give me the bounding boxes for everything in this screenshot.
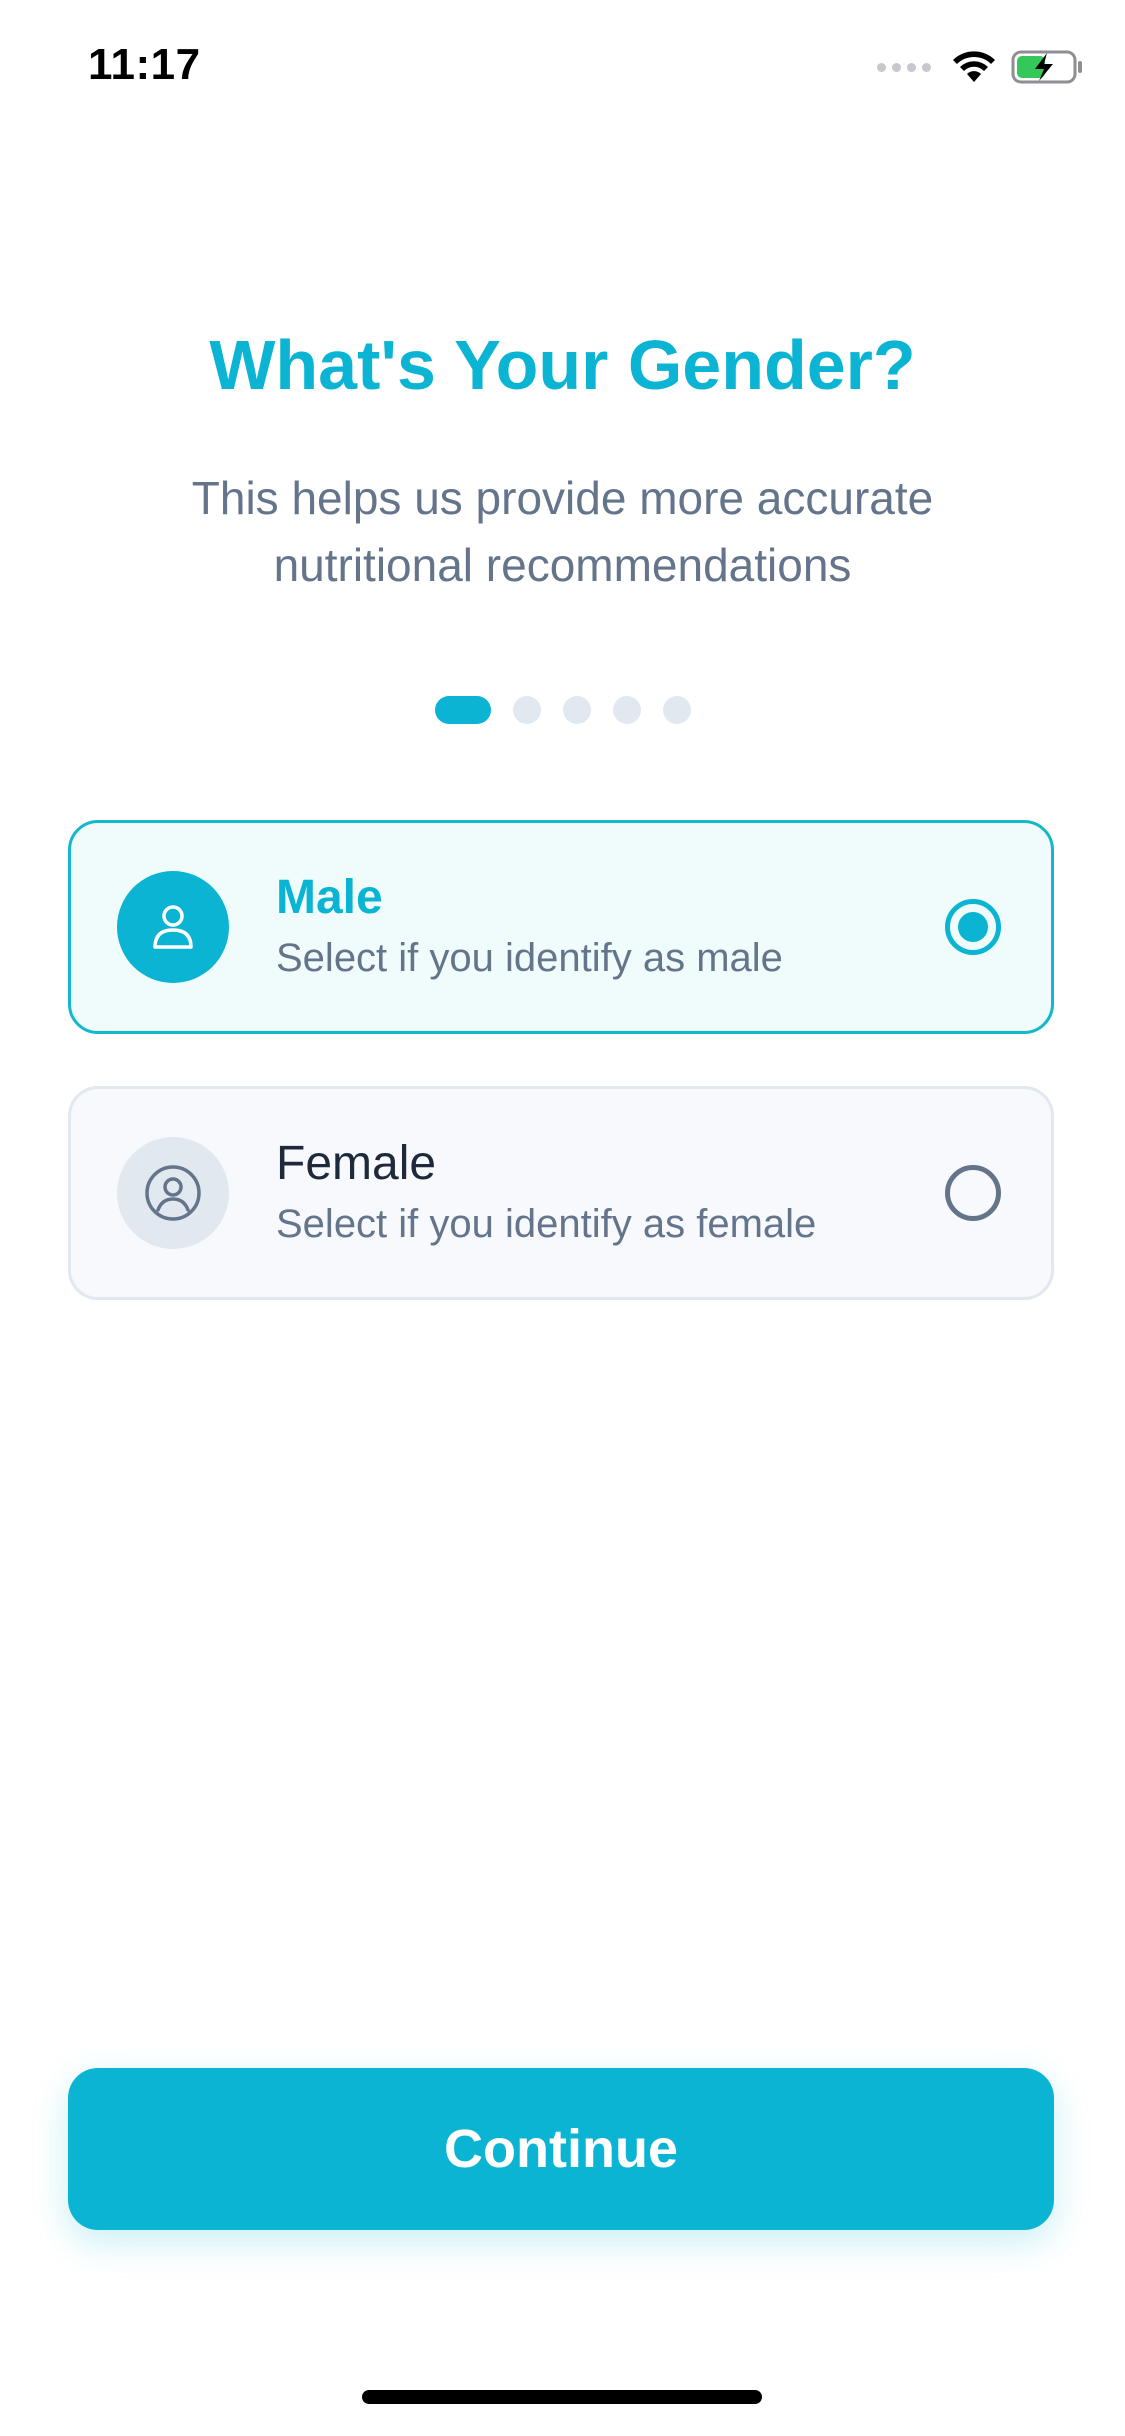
gender-option-female[interactable]: Female Select if you identify as female xyxy=(68,1086,1054,1300)
user-icon xyxy=(117,871,229,983)
option-label: Male xyxy=(276,871,383,924)
progress-dot xyxy=(662,696,691,724)
option-text: Female Select if you identify as female xyxy=(276,1136,816,1250)
option-text: Male Select if you identify as male xyxy=(276,870,783,984)
continue-button[interactable]: Continue xyxy=(68,2068,1054,2230)
radio-button-selected[interactable] xyxy=(945,899,1001,955)
progress-dot-active xyxy=(434,696,491,724)
progress-dot xyxy=(512,696,541,724)
progress-dot xyxy=(562,696,591,724)
option-label: Female xyxy=(276,1137,437,1190)
home-indicator[interactable] xyxy=(362,2390,762,2404)
status-time: 11:17 xyxy=(88,40,201,89)
option-description: Select if you identify as male xyxy=(276,936,783,980)
wifi-icon xyxy=(953,51,995,82)
option-description: Select if you identify as female xyxy=(276,1202,817,1246)
status-icons xyxy=(877,44,1083,90)
page-title: What's Your Gender? xyxy=(209,326,916,404)
battery-charging-icon xyxy=(1011,50,1082,84)
progress-dot xyxy=(612,696,641,724)
user-circle-icon xyxy=(117,1137,229,1249)
cellular-signal-icon xyxy=(877,62,931,72)
step-progress-indicator xyxy=(0,696,1125,724)
page-subtitle: This helps us provide more accurate nutr… xyxy=(191,472,934,591)
radio-button-unselected[interactable] xyxy=(945,1165,1001,1221)
gender-option-male[interactable]: Male Select if you identify as male xyxy=(68,820,1054,1034)
